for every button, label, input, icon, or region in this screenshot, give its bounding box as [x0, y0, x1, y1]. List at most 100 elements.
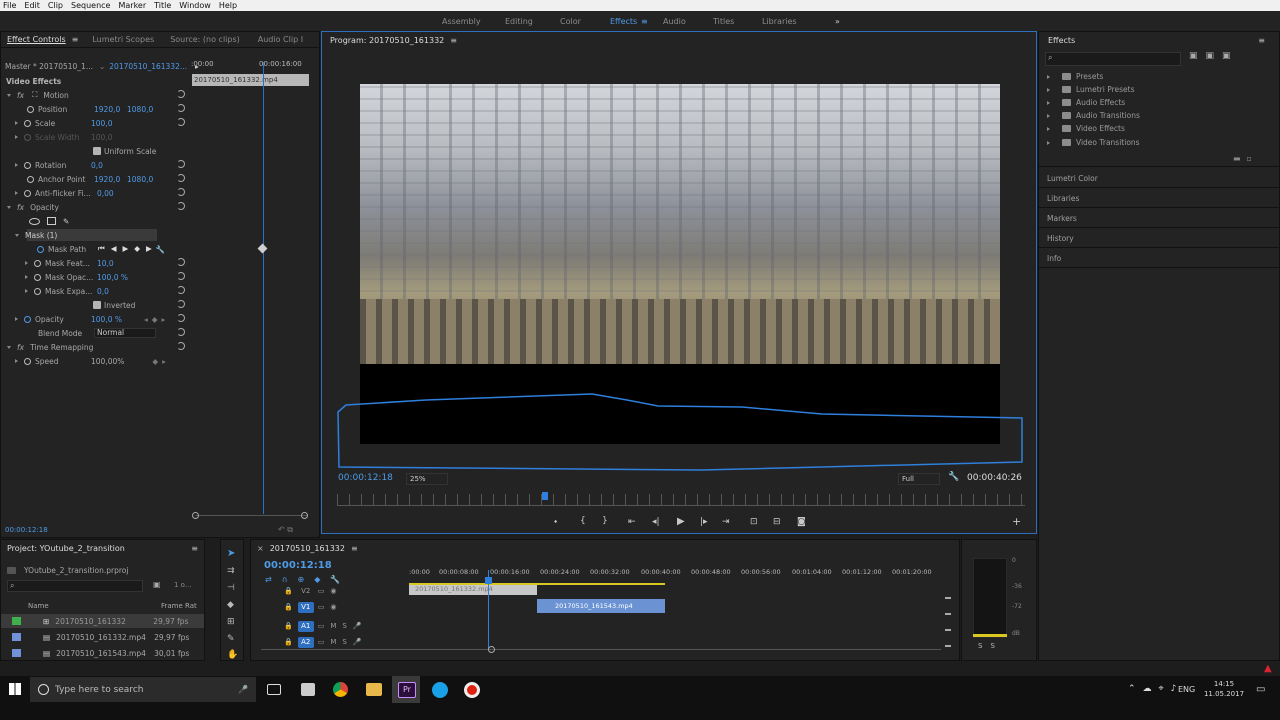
workspace-effects[interactable]: Effects: [610, 17, 637, 26]
lock-icon[interactable]: 🔒: [284, 587, 293, 595]
tab-lumetri-scopes[interactable]: Lumetri Scopes: [92, 35, 154, 44]
project-item[interactable]: ▤ 20170510_161543.mp4 30,01 fps: [12, 646, 202, 660]
wrench-icon[interactable]: 🔧: [156, 245, 165, 254]
opacity-value[interactable]: 100,0 %: [91, 315, 122, 324]
uniform-scale-row[interactable]: Uniform Scale: [93, 144, 156, 158]
sync-icon[interactable]: ▭: [318, 622, 325, 630]
project-item[interactable]: ▤ 20170510_161332.mp4 29,97 fps: [12, 630, 202, 644]
stopwatch-icon[interactable]: [27, 175, 34, 183]
timeline-timecode[interactable]: 00:00:12:18: [264, 560, 332, 571]
hand-tool-icon[interactable]: ✋: [227, 650, 238, 660]
project-item[interactable]: ⊞ 20170510_161332 29,97 fps: [12, 614, 202, 628]
reset-icon[interactable]: [177, 202, 185, 210]
stopwatch-active-icon[interactable]: [37, 245, 44, 253]
folder-audio-transitions[interactable]: Audio Transitions: [1047, 109, 1140, 122]
effects-filter-icons[interactable]: ▣▣▣: [1189, 51, 1239, 61]
clip-v2[interactable]: 20170510_161332.mp4: [409, 585, 537, 595]
motion-row[interactable]: fx ⛶ Motion: [7, 88, 187, 102]
stopwatch-active-icon[interactable]: [24, 315, 31, 323]
eye-icon[interactable]: ◉: [330, 587, 336, 595]
reset-icon[interactable]: [177, 328, 185, 336]
menu-clip[interactable]: Clip: [48, 1, 63, 10]
play-icon[interactable]: ▶: [677, 516, 685, 527]
panel-menu-icon[interactable]: ≡: [1258, 36, 1265, 45]
clip-v1[interactable]: 20170510_161543.mp4: [537, 599, 665, 613]
time-remap-row[interactable]: fx Time Remapping: [7, 340, 93, 354]
menu-file[interactable]: File: [3, 1, 16, 10]
folder-video-transitions[interactable]: Video Transitions: [1047, 136, 1140, 149]
workspace-color[interactable]: Color: [560, 17, 581, 26]
panel-markers[interactable]: Markers: [1047, 214, 1077, 223]
workspace-titles[interactable]: Titles: [713, 17, 734, 26]
add-marker-icon[interactable]: ⬩: [554, 517, 557, 527]
reset-icon[interactable]: [177, 174, 185, 182]
mic-icon[interactable]: 🎤: [353, 638, 362, 646]
effects-search-input[interactable]: ⌕: [1045, 52, 1181, 66]
timeline-zoom-scrollbar[interactable]: [261, 649, 941, 650]
step-forward-icon[interactable]: |▸: [700, 517, 708, 527]
track-label[interactable]: A1: [297, 620, 314, 632]
ec-playhead[interactable]: [263, 62, 264, 514]
panel-menu-icon[interactable]: ≡: [351, 544, 358, 553]
scale-value[interactable]: 100,0: [91, 119, 112, 128]
lock-icon[interactable]: 🔒: [284, 603, 293, 611]
menu-edit[interactable]: Edit: [24, 1, 40, 10]
go-to-in-icon[interactable]: ⇤: [628, 517, 636, 527]
button-editor-icon[interactable]: +: [1012, 515, 1021, 528]
system-tray-icons[interactable]: ⌃☁⌖♪: [1128, 684, 1183, 694]
track-label[interactable]: V1: [297, 601, 314, 613]
lock-icon[interactable]: 🔒: [284, 622, 293, 630]
menu-sequence[interactable]: Sequence: [71, 1, 110, 10]
pen-mask-icon[interactable]: ✎: [63, 217, 69, 226]
solo-icon[interactable]: S: [342, 622, 346, 630]
wrench-icon[interactable]: 🔧: [948, 472, 959, 482]
taskbar-search[interactable]: Type here to search 🎤: [30, 677, 256, 702]
track-scroll-handles[interactable]: [945, 590, 951, 650]
scroll-handle-left[interactable]: [192, 512, 199, 519]
mute-icon[interactable]: M: [330, 622, 336, 630]
step-back-icon[interactable]: ◂|: [652, 517, 660, 527]
checkbox-checked-icon[interactable]: [93, 301, 101, 309]
mask-path-overlay[interactable]: [322, 32, 1038, 535]
go-to-out-icon[interactable]: ⇥: [722, 517, 730, 527]
sequence-clip-label[interactable]: 20170510_161332...: [109, 62, 187, 71]
menu-marker[interactable]: Marker: [118, 1, 146, 10]
program-playhead[interactable]: [542, 492, 548, 500]
antiflicker-value[interactable]: 0,00: [97, 189, 114, 198]
position-x-value[interactable]: 1920,0: [94, 105, 127, 114]
stopwatch-icon[interactable]: [34, 273, 41, 281]
speed-value[interactable]: 100,00%: [91, 357, 124, 366]
premiere-pro-icon[interactable]: Pr: [398, 682, 416, 698]
program-scrub-track[interactable]: [337, 505, 1025, 506]
folder-presets[interactable]: Presets: [1047, 70, 1103, 83]
reset-icon[interactable]: [177, 118, 185, 126]
extract-icon[interactable]: ⊟: [773, 517, 781, 527]
film-icon[interactable]: ▭: [318, 587, 325, 595]
reset-icon[interactable]: [177, 286, 185, 294]
notifications-icon[interactable]: ▭: [1256, 684, 1265, 695]
stopwatch-icon[interactable]: [24, 357, 31, 365]
reset-icon[interactable]: [177, 90, 185, 98]
lock-icon[interactable]: 🔒: [284, 638, 293, 646]
stopwatch-icon[interactable]: [34, 287, 41, 295]
solo-buttons[interactable]: SS: [978, 642, 1003, 650]
ec-clip-bar[interactable]: 20170510_161332.mp4: [192, 74, 309, 86]
folder-lumetri-presets[interactable]: Lumetri Presets: [1047, 83, 1135, 96]
ec-timecode[interactable]: 00:00:12:18: [5, 526, 48, 534]
ec-zoom-scrollbar[interactable]: [195, 515, 307, 516]
mute-icon[interactable]: M: [330, 638, 336, 646]
taskbar-clock[interactable]: 14:15 11.05.2017: [1200, 680, 1248, 698]
tab-source[interactable]: Source: (no clips): [170, 35, 240, 44]
quality-select[interactable]: Full: [898, 473, 940, 485]
panel-menu-icon[interactable]: ≡: [191, 544, 198, 553]
selection-tool-icon[interactable]: ➤: [227, 548, 235, 559]
fx-badge-icon[interactable]: fx: [17, 91, 24, 100]
chevron-down-icon[interactable]: ⌄: [99, 62, 105, 71]
panel-lumetri-color[interactable]: Lumetri Color: [1047, 174, 1098, 183]
chrome-icon[interactable]: [333, 682, 348, 697]
zoom-select[interactable]: 25%: [406, 473, 448, 485]
panel-info[interactable]: Info: [1047, 254, 1061, 263]
blend-mode-select[interactable]: Normal: [94, 328, 156, 338]
reset-icon[interactable]: [177, 258, 185, 266]
ec-mini-ruler[interactable]: :00:00 00:00:16:00: [191, 58, 319, 74]
